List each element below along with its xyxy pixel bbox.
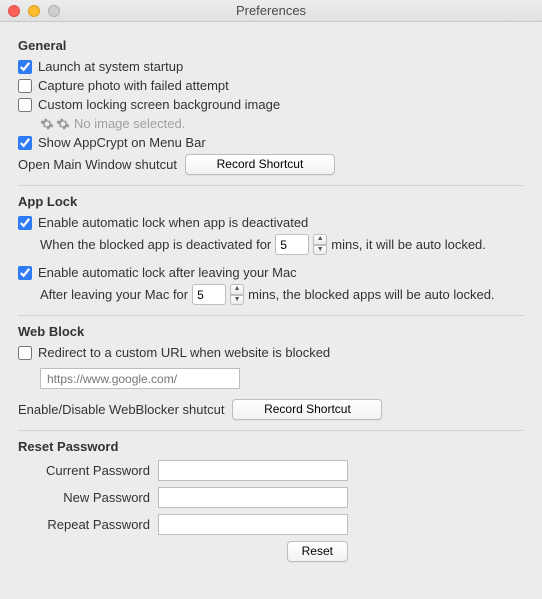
repeat-password-label: Repeat Password [18,517,158,532]
autolock2-value[interactable] [192,284,226,305]
new-password-label: New Password [18,490,158,505]
redirect-checkbox[interactable] [18,346,32,360]
autolock2-stepper[interactable]: ▲ ▼ [230,284,244,305]
autolock1-pre: When the blocked app is deactivated for [40,237,271,252]
reset-button[interactable]: Reset [287,541,348,562]
webblock-shortcut-label: Enable/Disable WebBlocker shutcut [18,402,224,417]
chevron-up-icon[interactable]: ▲ [313,234,327,245]
autolock1-stepper[interactable]: ▲ ▼ [313,234,327,255]
record-shortcut-button[interactable]: Record Shortcut [185,154,335,175]
menubar-label: Show AppCrypt on Menu Bar [38,135,206,150]
gear-icon[interactable] [40,117,54,131]
gear-icons [40,117,70,131]
autolock-leaving-label: Enable automatic lock after leaving your… [38,265,297,280]
chevron-down-icon[interactable]: ▼ [230,295,244,306]
launch-checkbox[interactable] [18,60,32,74]
reset-form: Current Password New Password Repeat Pas… [18,460,524,535]
maximize-icon [48,5,60,17]
redirect-label: Redirect to a custom URL when website is… [38,345,330,360]
custom-bg-checkbox[interactable] [18,98,32,112]
current-password-label: Current Password [18,463,158,478]
chevron-up-icon[interactable]: ▲ [230,284,244,295]
autolock2-post: mins, the blocked apps will be auto lock… [248,287,494,302]
new-password-input[interactable] [158,487,348,508]
close-icon[interactable] [8,5,20,17]
open-shortcut-label: Open Main Window shutcut [18,157,177,172]
autolock-leaving-checkbox[interactable] [18,266,32,280]
section-general-heading: General [18,38,524,53]
custom-bg-label: Custom locking screen background image [38,97,280,112]
gear-icon[interactable] [56,117,70,131]
no-image-label: No image selected. [74,116,185,131]
autolock-deactivated-label: Enable automatic lock when app is deacti… [38,215,308,230]
autolock1-post: mins, it will be auto locked. [331,237,486,252]
window-title: Preferences [0,3,542,18]
autolock-deactivated-checkbox[interactable] [18,216,32,230]
titlebar: Preferences [0,0,542,22]
content: General Launch at system startup Capture… [0,22,542,574]
section-reset-heading: Reset Password [18,439,524,454]
capture-checkbox[interactable] [18,79,32,93]
redirect-url-input[interactable] [40,368,240,389]
current-password-input[interactable] [158,460,348,481]
divider [18,315,524,316]
section-webblock-heading: Web Block [18,324,524,339]
repeat-password-input[interactable] [158,514,348,535]
chevron-down-icon[interactable]: ▼ [313,245,327,256]
minimize-icon[interactable] [28,5,40,17]
divider [18,185,524,186]
launch-label: Launch at system startup [38,59,183,74]
section-applock-heading: App Lock [18,194,524,209]
webblock-record-shortcut-button[interactable]: Record Shortcut [232,399,382,420]
traffic-lights [0,5,60,17]
divider [18,430,524,431]
autolock1-value[interactable] [275,234,309,255]
menubar-checkbox[interactable] [18,136,32,150]
capture-label: Capture photo with failed attempt [38,78,229,93]
autolock2-pre: After leaving your Mac for [40,287,188,302]
